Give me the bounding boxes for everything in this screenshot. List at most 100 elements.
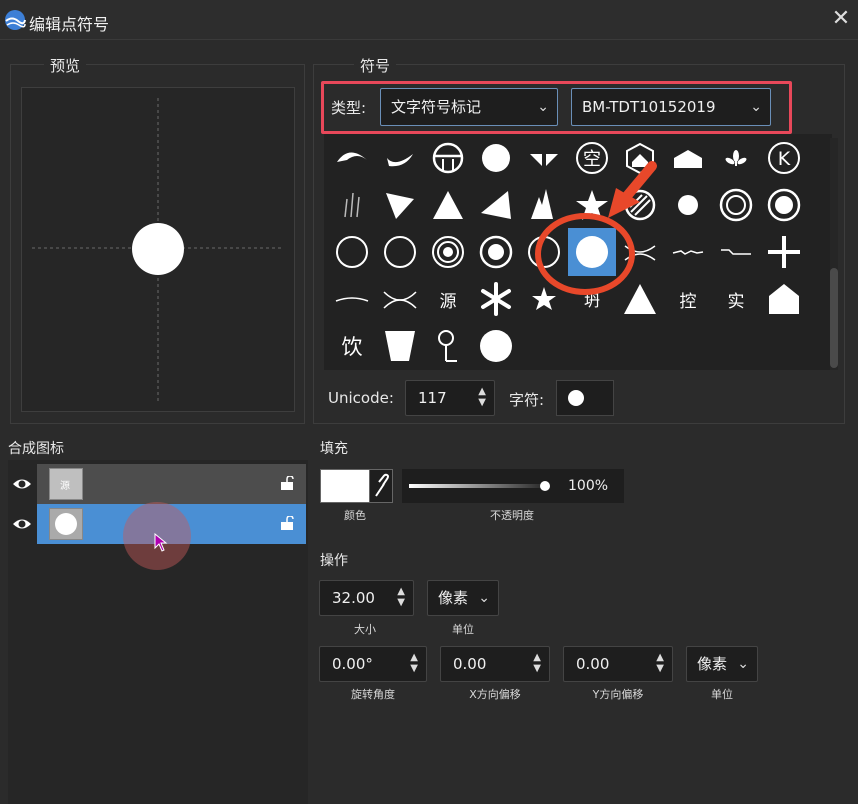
size-value: 32.00 (332, 589, 375, 607)
symbol-house-filled[interactable] (760, 275, 808, 323)
layers-title: 合成图标 (8, 441, 64, 457)
symbol-double-ring[interactable] (712, 181, 760, 229)
unlock-icon[interactable] (280, 476, 294, 490)
app-logo-icon (5, 10, 26, 30)
unlock-icon[interactable] (280, 516, 294, 530)
symbol-triangle-right[interactable] (424, 181, 472, 229)
mouse-cursor-icon (154, 533, 168, 552)
unicode-stepper[interactable]: 117 ▲ ▼ (405, 380, 495, 416)
symbol-wave-cap[interactable] (328, 134, 376, 182)
fill-color-swatch[interactable] (320, 469, 370, 503)
stepper-arrows-icon[interactable]: ▲ ▼ (478, 386, 486, 408)
opacity-label: 不透明度 (490, 509, 534, 522)
size-stepper[interactable]: 32.00 ▲ ▼ (319, 580, 414, 616)
window-title: 编辑点符号 (29, 15, 110, 34)
fill-title: 填充 (320, 441, 348, 457)
stepper-arrows-icon[interactable]: ▲ ▼ (533, 652, 541, 674)
type-dropdown[interactable]: 文字符号标记 ⌄ (380, 88, 558, 126)
symbol-sprout[interactable] (712, 134, 760, 182)
stepper-arrows-icon[interactable]: ▲ ▼ (656, 652, 664, 674)
preview-crosshair (32, 98, 284, 401)
symbol-triangle-left[interactable] (472, 181, 520, 229)
symbol-filled-circle-2[interactable] (472, 322, 520, 370)
rotation-value: 0.00° (332, 655, 373, 673)
eye-icon[interactable] (12, 475, 32, 493)
xoffset-label: X方向偏移 (469, 688, 521, 701)
symbol-circle-k[interactable]: K (760, 134, 808, 182)
eye-icon[interactable] (12, 515, 32, 533)
symbol-triple-lines[interactable] (328, 181, 376, 229)
chevron-down-icon: ⌄ (478, 590, 490, 606)
preview-group-title: 预览 (44, 55, 87, 76)
preview-symbol-circle (132, 223, 184, 275)
yoffset-value: 0.00 (576, 655, 610, 673)
type-label: 类型: (331, 99, 367, 117)
unit-label-2: 单位 (711, 688, 733, 701)
symbol-ring-bigdot[interactable] (472, 228, 520, 276)
grid-scrollbar-thumb[interactable] (830, 268, 838, 368)
fill-color-label: 颜色 (344, 509, 366, 522)
unit-dropdown-1[interactable]: 像素 ⌄ (427, 580, 499, 616)
opacity-value: 100% (568, 478, 609, 494)
char-label: 字符: (509, 391, 545, 409)
type-dropdown-value: 文字符号标记 (391, 98, 482, 116)
symbol-small-dot[interactable] (664, 181, 712, 229)
unit-dropdown-2[interactable]: 像素 ⌄ (686, 646, 758, 682)
symbol-circle-outline-2[interactable] (376, 228, 424, 276)
font-dropdown-value: BM-TDT10152019 (582, 98, 716, 116)
xoffset-stepper[interactable]: 0.00 ▲ ▼ (440, 646, 550, 682)
chevron-down-icon: ⌄ (537, 99, 549, 115)
layer-row-1[interactable]: 源 (8, 464, 306, 504)
unit-dropdown-1-value: 像素 (438, 589, 469, 607)
rotation-stepper[interactable]: 0.00° ▲ ▼ (319, 646, 427, 682)
symbol-text-shi[interactable]: 实 (712, 275, 760, 323)
opacity-slider-track (409, 484, 549, 488)
symbol-swoosh[interactable] (376, 134, 424, 182)
symbol-flat-wave[interactable] (328, 275, 376, 323)
ops-title: 操作 (320, 553, 348, 569)
eyedropper-button[interactable] (369, 469, 393, 503)
eyedropper-icon (375, 473, 389, 497)
opacity-slider[interactable]: 100% (402, 469, 624, 503)
symbol-wave-line[interactable] (712, 228, 760, 276)
symbol-text-yin[interactable]: 饮 (328, 322, 376, 370)
unicode-label: Unicode: (328, 389, 394, 407)
char-preview-circle (568, 390, 584, 406)
symbol-trapezoid[interactable] (376, 322, 424, 370)
symbol-triple-ring[interactable] (424, 228, 472, 276)
layer-thumbnail-1: 源 (49, 468, 83, 500)
symbol-circle-hline[interactable] (424, 134, 472, 182)
symbol-house-pentagon[interactable] (664, 134, 712, 182)
symbol-circle-outline[interactable] (328, 228, 376, 276)
symbol-dashed-arrow[interactable] (664, 228, 712, 276)
symbol-triangle-down[interactable] (376, 181, 424, 229)
symbol-text-kong[interactable]: 控 (664, 275, 712, 323)
char-preview-box (556, 380, 614, 416)
font-dropdown[interactable]: BM-TDT10152019 ⌄ (571, 88, 771, 126)
symbol-bridge[interactable] (376, 275, 424, 323)
chevron-down-icon: ⌄ (750, 99, 762, 115)
annotation-arrow-circle (535, 161, 657, 295)
yoffset-stepper[interactable]: 0.00 ▲ ▼ (563, 646, 673, 682)
unicode-value: 117 (418, 389, 447, 407)
unit-label-1: 单位 (452, 623, 474, 636)
layer-body-1[interactable]: 源 (37, 464, 306, 504)
preview-canvas (21, 87, 295, 412)
symbol-filled-circle[interactable] (472, 134, 520, 182)
symbol-plus[interactable] (760, 228, 808, 276)
opacity-slider-handle[interactable] (540, 481, 550, 491)
symbol-pin[interactable] (424, 322, 472, 370)
xoffset-value: 0.00 (453, 655, 487, 673)
symbol-ring-dot[interactable] (760, 181, 808, 229)
yoffset-label: Y方向偏移 (592, 688, 644, 701)
layer-thumbnail-2 (49, 508, 83, 540)
unit-dropdown-2-value: 像素 (697, 655, 728, 673)
stepper-arrows-icon[interactable]: ▲ ▼ (410, 652, 418, 674)
symbol-asterisk[interactable] (472, 275, 520, 323)
svg-text:K: K (778, 148, 791, 170)
chevron-down-icon: ⌄ (737, 656, 749, 672)
stepper-arrows-icon[interactable]: ▲ ▼ (397, 586, 405, 608)
size-label: 大小 (354, 623, 376, 636)
close-button[interactable]: ✕ (828, 6, 854, 32)
symbol-text-yuan[interactable]: 源 (424, 275, 472, 323)
